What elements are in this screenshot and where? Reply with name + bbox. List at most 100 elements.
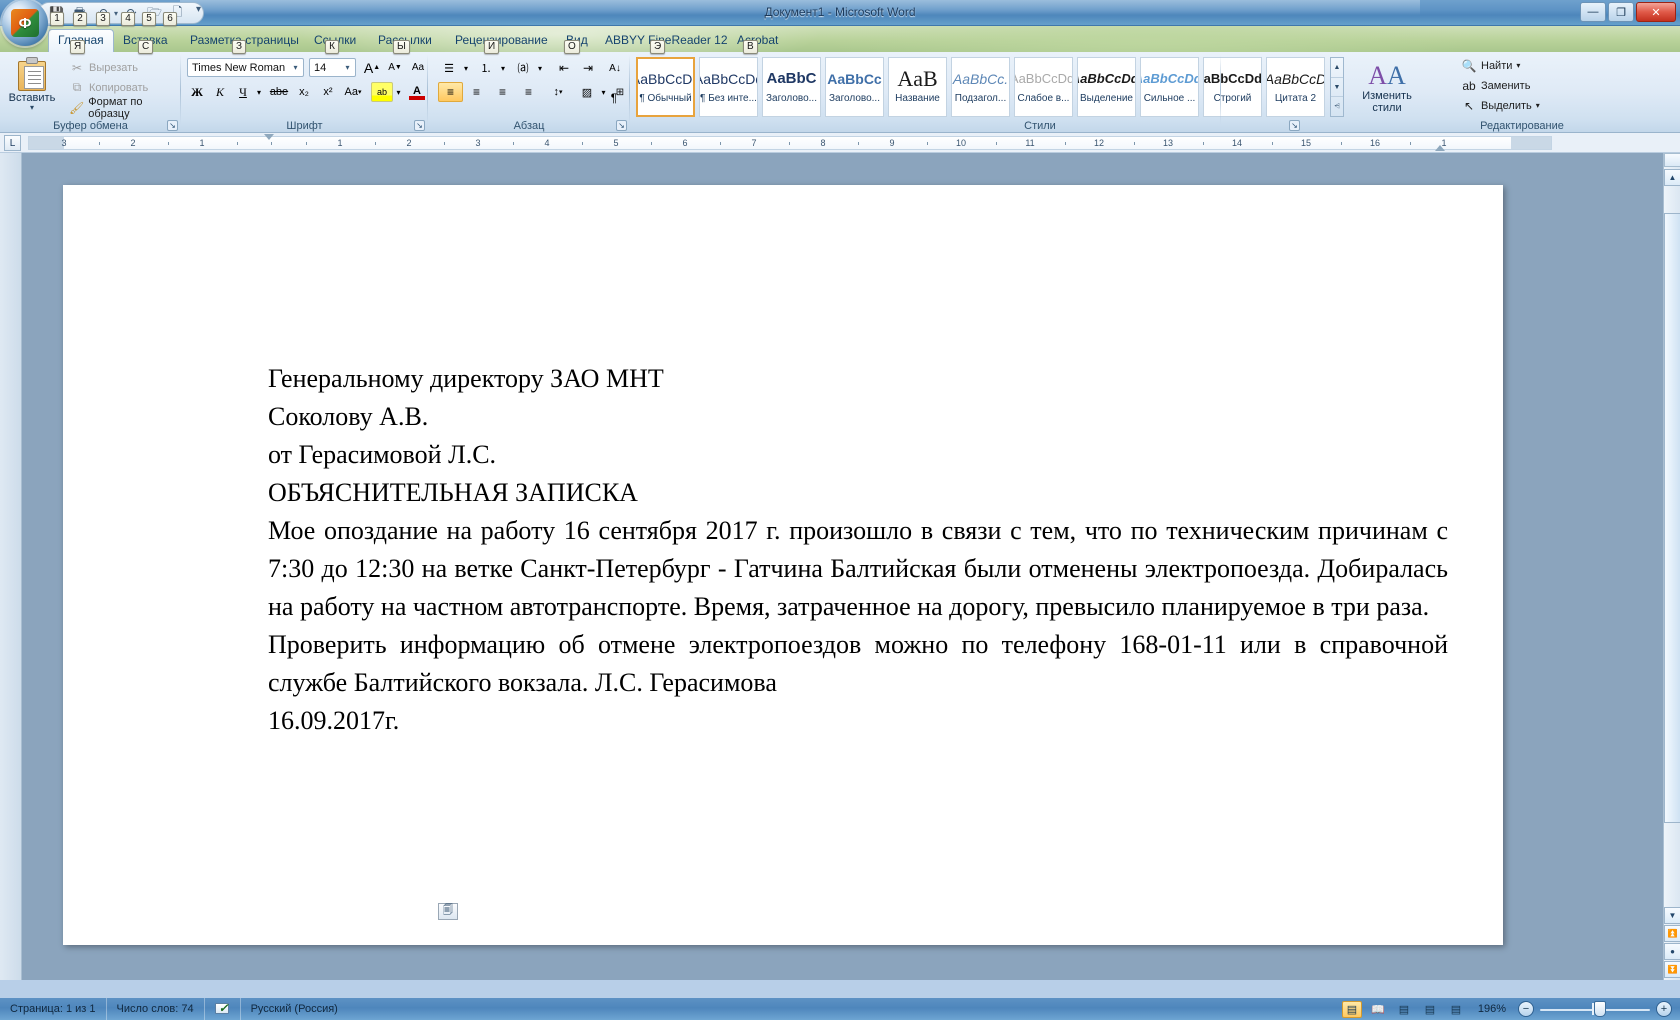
style-item-no-spacing[interactable]: AaBbCcDd ¶ Без инте... [699, 57, 758, 117]
view-full-screen-reading-button[interactable]: 📖 [1368, 1001, 1388, 1018]
font-dialog-launcher[interactable]: ↘ [414, 120, 425, 131]
font-name-dropdown-icon[interactable]: ▾ [290, 63, 301, 72]
align-right-button[interactable]: ≡ [490, 82, 515, 102]
change-styles-button[interactable]: AA Изменить стили [1352, 57, 1422, 119]
office-button[interactable]: Ф [2, 0, 48, 46]
replace-button[interactable]: ab Заменить [1460, 76, 1570, 95]
document-text-body[interactable]: Генеральному директору ЗАО МНТ Соколову … [268, 360, 1448, 740]
proofing-status[interactable]: ✓ [205, 998, 241, 1020]
find-button[interactable]: 🔍 Найти ▾ [1460, 56, 1555, 75]
justify-button[interactable]: ≡ [516, 82, 541, 102]
previous-page-button[interactable]: ⏫ [1664, 925, 1680, 942]
horizontal-ruler[interactable]: L 3 2 1 1 2 3 4 5 6 7 8 9 10 11 12 13 14… [0, 133, 1680, 153]
line-spacing-button[interactable]: ↕ ▾ [546, 82, 570, 102]
font-color-button[interactable]: A [406, 82, 428, 102]
scroll-up-button[interactable]: ▲ [1664, 169, 1680, 186]
italic-button[interactable]: К [210, 82, 230, 102]
scroll-down-button[interactable]: ▼ [1664, 907, 1680, 924]
paste-options-smart-tag[interactable]: 🗐 [438, 903, 458, 920]
subscript-button[interactable]: x₂ [293, 82, 315, 102]
ruler-track[interactable]: 3 2 1 1 2 3 4 5 6 7 8 9 10 11 12 13 14 1… [28, 136, 1552, 150]
align-left-button[interactable]: ≡ [438, 82, 463, 102]
style-item-subtitle[interactable]: AaBbCc. Подзагол... [951, 57, 1010, 117]
style-item-subtle-emphasis[interactable]: AaBbCcDdl Слабое в... [1014, 57, 1073, 117]
align-center-button[interactable]: ≡ [464, 82, 489, 102]
font-size-input[interactable]: 14 ▾ [309, 58, 356, 77]
styles-dialog-launcher[interactable]: ↘ [1289, 120, 1300, 131]
multilevel-dropdown-icon[interactable]: ▾ [534, 58, 546, 78]
sort-button[interactable]: A↓ [603, 58, 627, 78]
select-button[interactable]: ↖ Выделить ▾ [1460, 96, 1575, 115]
right-indent-marker[interactable] [1435, 145, 1445, 151]
style-item-title[interactable]: AaB Название [888, 57, 947, 117]
underline-button[interactable]: Ч [233, 82, 253, 102]
tab-abbyy-finereader[interactable]: ABBYY FineReader 12 [596, 30, 737, 52]
tab-acrobat[interactable]: Acrobat [728, 30, 787, 52]
zoom-in-button[interactable]: + [1656, 1001, 1672, 1017]
zoom-percent-label[interactable]: 196% [1472, 1003, 1512, 1015]
view-web-layout-button[interactable]: ▤ [1394, 1001, 1414, 1018]
minimize-button[interactable]: — [1580, 2, 1606, 22]
styles-scroll-down-icon[interactable]: ▼ [1331, 78, 1343, 98]
bullets-dropdown-icon[interactable]: ▾ [460, 58, 472, 78]
cut-button[interactable]: ✂ Вырезать [66, 58, 174, 77]
close-button[interactable]: ✕ [1636, 2, 1676, 22]
paste-button[interactable]: Вставить ▾ [6, 55, 58, 119]
underline-dropdown-icon[interactable]: ▾ [253, 82, 265, 102]
view-draft-button[interactable]: ▤ [1446, 1001, 1466, 1018]
styles-gallery-scroll[interactable]: ▲ ▼ ⩤ [1330, 57, 1344, 117]
text-highlight-button[interactable]: ab [371, 82, 393, 102]
language-status[interactable]: Русский (Россия) [241, 998, 348, 1020]
document-page[interactable]: Генеральному директору ЗАО МНТ Соколову … [63, 185, 1503, 945]
bullets-button[interactable]: ☰ [438, 58, 460, 78]
numbering-dropdown-icon[interactable]: ▾ [497, 58, 509, 78]
style-item-strong-emphasis[interactable]: AaBbCcDdl Сильное ... [1140, 57, 1199, 117]
font-name-input[interactable]: Times New Roman ▾ [187, 58, 304, 77]
bold-button[interactable]: Ж [187, 82, 207, 102]
view-outline-button[interactable]: ▤ [1420, 1001, 1440, 1018]
shrink-font-button[interactable]: A ▼ [384, 58, 406, 77]
tab-review[interactable]: Рецензирование [446, 30, 557, 52]
zoom-slider[interactable] [1540, 1001, 1650, 1017]
zoom-slider-thumb[interactable] [1594, 1001, 1606, 1017]
undo-dropdown-icon[interactable]: ▾ [114, 9, 118, 18]
select-dropdown-icon[interactable]: ▾ [1536, 101, 1540, 110]
clipboard-dialog-launcher[interactable]: ↘ [167, 120, 178, 131]
copy-button[interactable]: ⧉ Копировать [66, 78, 174, 97]
find-dropdown-icon[interactable]: ▾ [1516, 61, 1520, 70]
next-page-button[interactable]: ⏬ [1664, 961, 1680, 978]
style-item-emphasis[interactable]: AaBbCcDdl Выделение [1077, 57, 1136, 117]
first-line-indent-marker[interactable] [264, 134, 274, 140]
change-case-button[interactable]: Aa ▾ [341, 82, 365, 102]
decrease-indent-button[interactable]: ⇤ [552, 58, 576, 78]
paste-dropdown-icon[interactable]: ▾ [30, 104, 34, 112]
increase-indent-button[interactable]: ⇥ [576, 58, 600, 78]
browse-object-button[interactable]: ● [1664, 943, 1680, 960]
shading-button[interactable]: ▨ [576, 82, 598, 102]
style-item-heading-1[interactable]: AaBbC Заголово... [762, 57, 821, 117]
strikethrough-button[interactable]: abe [268, 82, 290, 102]
clear-formatting-button[interactable]: Aa [408, 58, 428, 77]
restore-button[interactable]: ❐ [1608, 2, 1634, 22]
scroll-thumb[interactable] [1664, 213, 1680, 823]
font-size-dropdown-icon[interactable]: ▾ [342, 63, 353, 72]
styles-scroll-up-icon[interactable]: ▲ [1331, 58, 1343, 78]
vertical-scrollbar[interactable]: ▲ ▼ ⏫ ● ⏬ [1663, 153, 1680, 980]
superscript-button[interactable]: x² [317, 82, 339, 102]
format-painter-button[interactable]: 🖌 Формат по образцу [66, 96, 178, 120]
style-item-quote-2[interactable]: AaBbCcD Цитата 2 [1266, 57, 1325, 117]
numbering-button[interactable]: ⒈ [475, 58, 497, 78]
highlight-dropdown-icon[interactable]: ▾ [393, 82, 404, 102]
page-status[interactable]: Страница: 1 из 1 [0, 998, 107, 1020]
word-count-status[interactable]: Число слов: 74 [107, 998, 205, 1020]
split-window-handle[interactable] [1664, 153, 1680, 167]
show-formatting-marks-button[interactable]: ¶ [603, 88, 625, 108]
style-item-heading-2[interactable]: AaBbCc Заголово... [825, 57, 884, 117]
style-item-normal[interactable]: AaBbCcDd ¶ Обычный [636, 57, 695, 117]
customize-qat-icon[interactable]: ▾ [196, 4, 201, 15]
multilevel-list-button[interactable]: ⒜ [512, 58, 534, 78]
style-item-strong[interactable]: AaBbCcDdE Строгий [1203, 57, 1262, 117]
tab-stop-selector[interactable]: L [4, 135, 21, 151]
styles-more-icon[interactable]: ⩤ [1331, 97, 1343, 116]
grow-font-button[interactable]: A ▲ [361, 58, 383, 77]
